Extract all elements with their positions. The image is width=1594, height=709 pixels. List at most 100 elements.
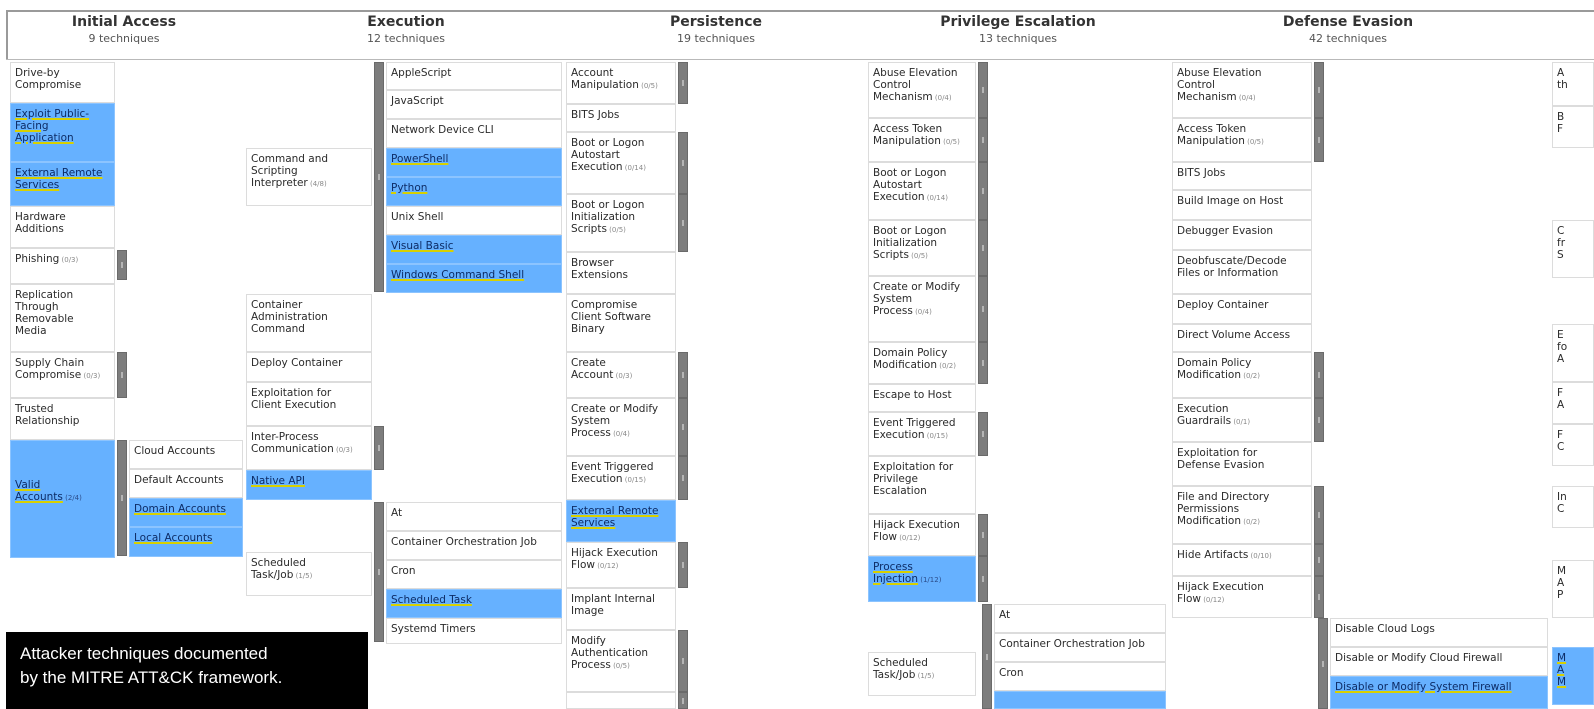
- expand-handle[interactable]: [978, 220, 988, 276]
- subtechnique-at[interactable]: At: [994, 604, 1166, 633]
- tactic-header-defense-evasion[interactable]: Defense Evasion 42 techniques: [1228, 14, 1468, 45]
- technique-exploitation-for-defense-evasion[interactable]: Exploitation for Defense Evasion: [1172, 442, 1312, 486]
- technique-process-injection[interactable]: Process Injection (1/12): [868, 556, 976, 602]
- subtechnique-disable-or-modify-system-firewall[interactable]: Disable or Modify System Firewall: [1330, 676, 1548, 709]
- expand-handle[interactable]: [1314, 576, 1324, 618]
- technique-abuse-elevation-control-mechanism[interactable]: Abuse Elevation Control Mechanism (0/4): [1172, 62, 1312, 118]
- technique-boot-or-logon-autostart-execution[interactable]: Boot or Logon Autostart Execution (0/14): [566, 132, 676, 194]
- technique-hijack-execution-flow[interactable]: Hijack Execution Flow (0/12): [868, 514, 976, 556]
- expand-handle[interactable]: [978, 556, 988, 602]
- technique-hardware-additions[interactable]: Hardware Additions: [10, 206, 115, 248]
- subtechnique-cloud-accounts[interactable]: Cloud Accounts: [129, 440, 243, 469]
- subtechnique-applescript[interactable]: AppleScript: [386, 62, 562, 90]
- technique-truncated[interactable]: BF: [1552, 106, 1594, 148]
- subtechnique-windows-command-shell[interactable]: Windows Command Shell: [386, 264, 562, 293]
- technique-create-account[interactable]: Create Account (0/3): [566, 352, 676, 398]
- expand-handle[interactable]: [1314, 118, 1324, 162]
- subtechnique-disable-or-modify-cloud-firewall[interactable]: Disable or Modify Cloud Firewall: [1330, 647, 1548, 676]
- expand-handle[interactable]: [117, 352, 127, 398]
- subtechnique-scheduled-task[interactable]: Scheduled Task: [386, 589, 562, 618]
- technique-browser-extensions[interactable]: Browser Extensions: [566, 252, 676, 294]
- tactic-header-execution[interactable]: Execution 12 techniques: [286, 14, 526, 45]
- technique-hijack-execution-flow[interactable]: Hijack Execution Flow (0/12): [566, 542, 676, 588]
- expand-handle[interactable]: [678, 630, 688, 692]
- technique-trusted-relationship[interactable]: Trusted Relationship: [10, 398, 115, 440]
- expand-handle[interactable]: [978, 342, 988, 384]
- subtechnique-python[interactable]: Python: [386, 177, 562, 206]
- technique-event-triggered-execution[interactable]: Event Triggered Execution (0/15): [566, 456, 676, 500]
- technique-command-and-scripting-interpreter[interactable]: Command and Scripting Interpreter (4/8): [246, 148, 372, 206]
- technique-domain-policy-modification[interactable]: Domain Policy Modification (0/2): [868, 342, 976, 384]
- expand-handle[interactable]: [1314, 352, 1324, 398]
- technique-drive-by-compromise[interactable]: Drive-by Compromise: [10, 62, 115, 103]
- technique-account-manipulation[interactable]: Account Manipulation (0/5): [566, 62, 676, 104]
- technique-access-token-manipulation[interactable]: Access Token Manipulation (0/5): [868, 118, 976, 162]
- technique-implant-internal-image[interactable]: Implant Internal Image: [566, 588, 676, 630]
- technique-exploit-public-facing-application[interactable]: Exploit Public- Facing Application: [10, 103, 115, 162]
- technique-container-administration-command[interactable]: Container Administration Command: [246, 294, 372, 352]
- expand-handle[interactable]: [978, 162, 988, 220]
- technique-truncated[interactable]: Ath: [1552, 62, 1594, 106]
- technique-hide-artifacts[interactable]: Hide Artifacts (0/10): [1172, 544, 1312, 576]
- technique-exploitation-for-privilege-escalation[interactable]: Exploitation for Privilege Escalation: [868, 456, 976, 514]
- technique-escape-to-host[interactable]: Escape to Host: [868, 384, 976, 412]
- expand-handle[interactable]: [678, 692, 688, 709]
- subtechnique-disable-cloud-logs[interactable]: Disable Cloud Logs: [1330, 618, 1548, 647]
- technique-build-image-on-host[interactable]: Build Image on Host: [1172, 190, 1312, 220]
- subtechnique-powershell[interactable]: PowerShell: [386, 148, 562, 177]
- technique-replication-through-removable-media[interactable]: Replication Through Removable Media: [10, 284, 115, 352]
- technique-boot-or-logon-autostart-execution[interactable]: Boot or Logon Autostart Execution (0/14): [868, 162, 976, 220]
- technique-truncated[interactable]: FC: [1552, 424, 1594, 466]
- technique-access-token-manipulation[interactable]: Access Token Manipulation (0/5): [1172, 118, 1312, 162]
- technique-scheduled-task-job[interactable]: Scheduled Task/Job (1/5): [868, 652, 976, 696]
- technique-phishing[interactable]: Phishing (0/3): [10, 248, 115, 284]
- subtechnique-at[interactable]: At: [386, 502, 562, 531]
- expand-handle[interactable]: [678, 542, 688, 588]
- technique-native-api[interactable]: Native API: [246, 470, 372, 500]
- technique-execution-guardrails[interactable]: Execution Guardrails (0/1): [1172, 398, 1312, 442]
- technique-bits-jobs[interactable]: BITS Jobs: [566, 104, 676, 132]
- expand-handle[interactable]: [117, 440, 127, 556]
- expand-handle[interactable]: [374, 426, 384, 470]
- expand-handle[interactable]: [978, 62, 988, 118]
- expand-handle[interactable]: [117, 250, 127, 280]
- expand-handle[interactable]: [678, 62, 688, 104]
- subtechnique-scheduled-task[interactable]: [994, 691, 1166, 709]
- technique-truncated[interactable]: FA: [1552, 382, 1594, 424]
- expand-handle[interactable]: [374, 62, 384, 292]
- expand-handle[interactable]: [678, 194, 688, 252]
- technique-truncated[interactable]: In C: [1552, 486, 1594, 528]
- expand-handle[interactable]: [678, 132, 688, 194]
- technique-event-triggered-execution[interactable]: Event Triggered Execution (0/15): [868, 412, 976, 456]
- expand-handle[interactable]: [1314, 398, 1324, 442]
- technique-truncated[interactable]: Cfr S: [1552, 220, 1594, 278]
- tactic-header-initial-access[interactable]: Initial Access 9 techniques: [4, 14, 244, 45]
- expand-handle[interactable]: [1314, 544, 1324, 576]
- technique-deploy-container[interactable]: Deploy Container: [246, 352, 372, 382]
- technique-scheduled-task-job[interactable]: Scheduled Task/Job (1/5): [246, 552, 372, 596]
- subtechnique-local-accounts[interactable]: Local Accounts: [129, 527, 243, 557]
- subtechnique-domain-accounts[interactable]: Domain Accounts: [129, 498, 243, 527]
- technique-truncated[interactable]: MAM: [1552, 647, 1594, 705]
- technique-direct-volume-access[interactable]: Direct Volume Access: [1172, 324, 1312, 352]
- technique-hijack-execution-flow[interactable]: Hijack Execution Flow (0/12): [1172, 576, 1312, 618]
- subtechnique-cron[interactable]: Cron: [994, 662, 1166, 691]
- expand-handle[interactable]: [374, 502, 384, 642]
- expand-handle[interactable]: [978, 412, 988, 456]
- technique-deobfuscate-decode[interactable]: Deobfuscate/Decode Files or Information: [1172, 250, 1312, 294]
- subtechnique-container-orchestration-job[interactable]: Container Orchestration Job: [994, 633, 1166, 662]
- subtechnique-container-orchestration-job[interactable]: Container Orchestration Job: [386, 531, 562, 560]
- technique-create-or-modify-system-process[interactable]: Create or Modify System Process (0/4): [566, 398, 676, 456]
- expand-handle[interactable]: [678, 456, 688, 500]
- expand-handle[interactable]: [1314, 486, 1324, 544]
- technique-external-remote-services[interactable]: External Remote Services: [566, 500, 676, 542]
- technique-boot-or-logon-initialization-scripts[interactable]: Boot or Logon Initialization Scripts (0/5): [566, 194, 676, 252]
- technique-bits-jobs[interactable]: BITS Jobs: [1172, 162, 1312, 190]
- technique-create-or-modify-system-process[interactable]: Create or Modify System Process (0/4): [868, 276, 976, 342]
- technique-boot-or-logon-initialization-scripts[interactable]: Boot or Logon Initialization Scripts (0/5): [868, 220, 976, 276]
- technique-deploy-container[interactable]: Deploy Container: [1172, 294, 1312, 324]
- technique-abuse-elevation-control-mechanism[interactable]: Abuse Elevation Control Mechanism (0/4): [868, 62, 976, 118]
- technique-truncated[interactable]: Efo A: [1552, 324, 1594, 382]
- technique-inter-process-communication[interactable]: Inter-Process Communication (0/3): [246, 426, 372, 470]
- technique-external-remote-services[interactable]: External Remote Services: [10, 162, 115, 206]
